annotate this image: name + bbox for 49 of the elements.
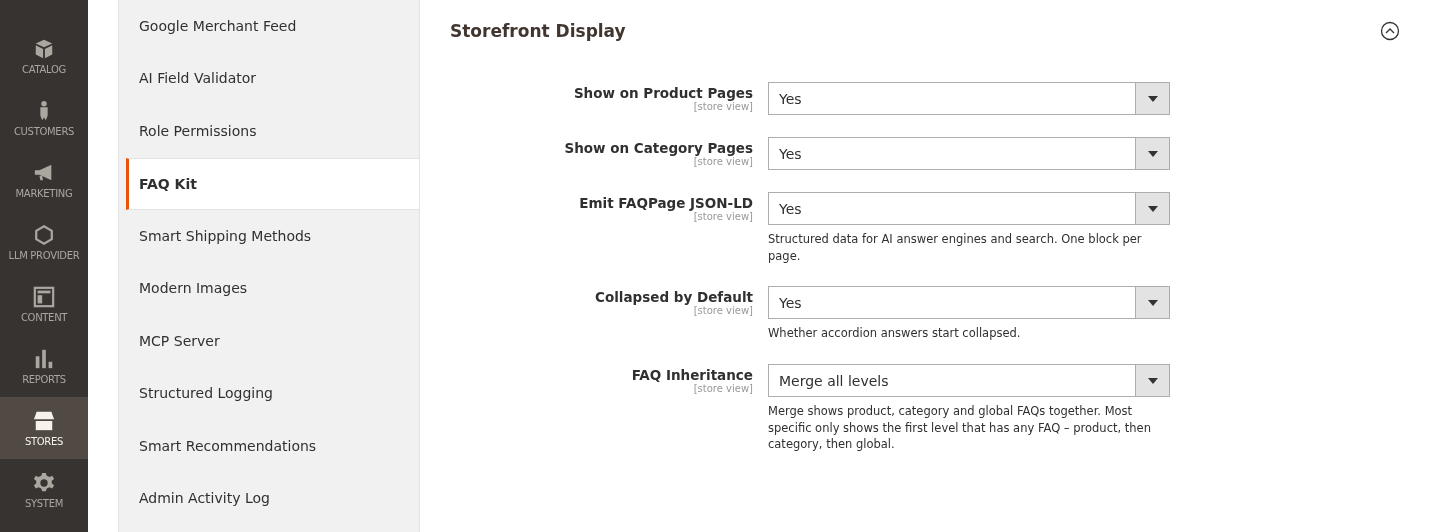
settings-tab[interactable]: Google Merchant Feed — [119, 0, 419, 53]
settings-tab[interactable]: Role Permissions — [119, 105, 419, 158]
collapse-icon[interactable] — [1380, 21, 1400, 41]
settings-tab[interactable]: Structured Logging — [119, 367, 419, 420]
scope-label: [store view] — [693, 101, 753, 112]
section-title: Storefront Display — [450, 21, 626, 41]
caret-icon — [1147, 205, 1158, 212]
select-field[interactable]: Yes — [768, 192, 1170, 225]
field-note: Merge shows product, category and global FAQs together. Most specific only shows the first level that has any FAQ – product, then category, then global. — [768, 403, 1152, 454]
field-label: Show on Product Pages — [573, 85, 753, 101]
scope-label: [store view] — [693, 383, 753, 394]
nav-item[interactable]: LLM PROVIDER — [0, 211, 88, 273]
settings-tab[interactable]: Modern Images — [119, 262, 419, 315]
nav-item[interactable]: CONTENT — [0, 273, 88, 335]
scope-label: [store view] — [693, 305, 753, 317]
nav-item[interactable]: SYSTEM — [0, 459, 88, 521]
select-field[interactable]: Yes — [768, 137, 1170, 170]
field-label: Emit FAQPage JSON-LD — [579, 195, 753, 211]
nav-item[interactable]: STORES — [0, 397, 88, 459]
settings-tab[interactable]: FAQ Kit — [126, 157, 419, 210]
caret-icon — [1147, 299, 1158, 306]
field-label: Show on Category Pages — [564, 140, 753, 156]
layout-icon — [33, 285, 55, 308]
settings-tab[interactable]: MCP Server — [119, 315, 419, 368]
scope-label: [store view] — [693, 156, 753, 167]
settings-tab[interactable]: Admin Activity Log — [119, 472, 419, 525]
scope-label: [store view] — [693, 211, 753, 222]
field-note: Whether accordion answers start collapsed. — [768, 325, 1022, 342]
caret-icon — [1147, 95, 1158, 102]
caret-icon — [1147, 150, 1158, 157]
settings-tab[interactable]: AI Field Validator — [119, 52, 419, 105]
box-icon — [33, 37, 55, 60]
field-label: FAQ Inheritance — [631, 367, 753, 383]
nav-item[interactable]: CATALOG — [0, 25, 88, 87]
settings-icon — [33, 471, 55, 494]
select-field[interactable]: Yes — [768, 286, 1170, 320]
field-label: Collapsed by Default — [595, 289, 753, 306]
caret-icon — [1147, 377, 1158, 384]
nav-item[interactable]: CUSTOMERS — [0, 87, 88, 149]
storefront-icon — [33, 409, 55, 432]
field-note: Structured data for AI answer engines and search. One block per page. — [768, 231, 1143, 265]
bar-chart-icon — [33, 347, 55, 370]
hexagon-icon — [33, 223, 55, 246]
select-field[interactable]: Merge all levels — [768, 364, 1170, 397]
settings-tab[interactable]: Smart Recommendations — [119, 420, 419, 473]
select-field[interactable]: Yes — [768, 82, 1170, 115]
nav-item[interactable]: REPORTS — [0, 335, 88, 397]
nav-item[interactable]: MARKETING — [0, 149, 88, 211]
settings-tab[interactable]: Smart Shipping Methods — [119, 210, 419, 263]
